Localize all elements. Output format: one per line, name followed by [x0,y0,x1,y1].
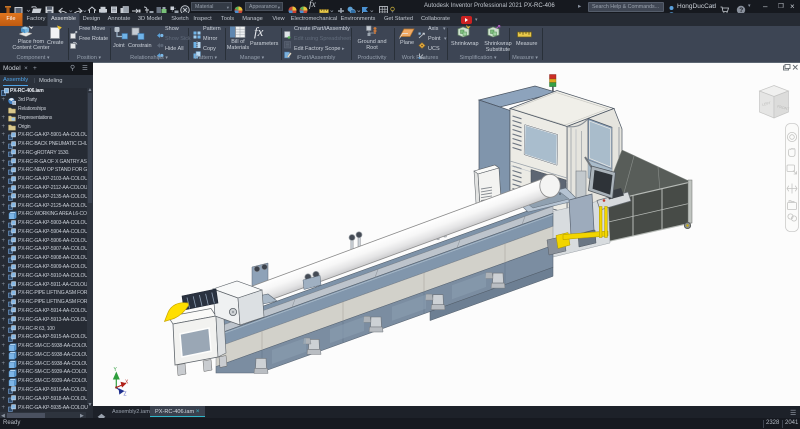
svg-text:Z: Z [124,392,127,398]
svg-text:Y: Y [114,367,118,373]
svg-text:X: X [125,380,129,386]
